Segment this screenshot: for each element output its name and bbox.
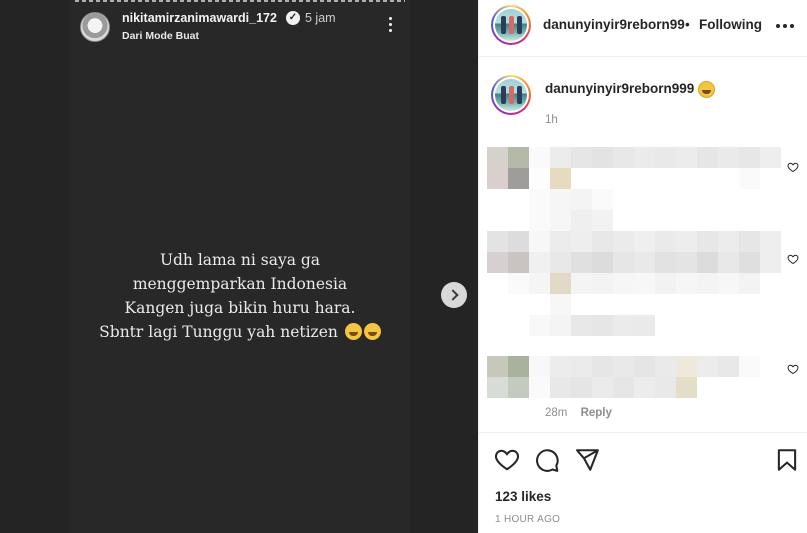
story-text: Udh lama ni saya ga menggemparkan Indone… — [80, 248, 400, 344]
pixelated-comment — [487, 147, 781, 231]
actions-bar: 123 likes 1 HOUR AGO — [479, 432, 807, 533]
story-line-last: Sbntr lagi Tunggu yah netizen — [80, 320, 400, 344]
more-options-icon[interactable] — [776, 24, 794, 30]
verified-badge-icon: ✓ — [286, 11, 300, 25]
story-subtitle: Dari Mode Buat — [122, 30, 200, 42]
story-line: Udh lama ni saya ga — [159, 251, 321, 269]
like-heart-icon[interactable] — [494, 447, 520, 473]
header-username[interactable]: danunyinyir9reborn99 — [543, 17, 685, 32]
comment-meta: 28m Reply — [545, 407, 612, 419]
avatar[interactable] — [491, 5, 531, 45]
story-line: Sbntr lagi Tunggu yah netizen — [99, 323, 338, 341]
story-username: nikitamirzanimawardi_172 — [122, 11, 277, 25]
media-panel: nikitamirzanimawardi_172 ✓ 5 jam Dari Mo… — [0, 0, 478, 533]
post-timestamp: 1 HOUR AGO — [495, 514, 561, 525]
pixelated-comment — [487, 356, 781, 398]
post-sidebar: danunyinyir9reborn99 • Following danunyi… — [478, 0, 807, 533]
likes-count[interactable]: 123 likes — [495, 489, 551, 504]
save-bookmark-icon[interactable] — [774, 447, 800, 473]
grinning-squinting-emoji-icon — [698, 81, 715, 98]
comment-time: 28m — [545, 407, 568, 419]
story-more-icon — [384, 14, 398, 36]
post-header: danunyinyir9reborn99 • Following — [479, 0, 807, 57]
comment-icon[interactable] — [534, 447, 560, 473]
avatar[interactable] — [491, 75, 531, 115]
like-comment-heart-icon[interactable] — [787, 253, 799, 265]
caption-time: 1h — [545, 114, 558, 126]
story-line: menggemparkan Indonesia — [132, 275, 348, 293]
comments-list: 28m Reply — [479, 145, 807, 430]
separator-dot: • — [685, 17, 690, 32]
story-header: nikitamirzanimawardi_172 ✓ 5 jam Dari Mo… — [80, 10, 398, 44]
caption-row: danunyinyir9reborn999 1h — [479, 68, 807, 138]
next-media-button[interactable] — [441, 282, 467, 308]
laughing-emoji-icon — [363, 323, 381, 340]
chevron-right-icon — [446, 289, 459, 301]
story-time: 5 jam — [305, 11, 336, 25]
caption-username[interactable]: danunyinyir9reborn999 — [545, 81, 694, 96]
share-send-icon[interactable] — [574, 447, 600, 473]
story-line: Kangen juga bikin huru hara. — [124, 299, 356, 317]
like-comment-heart-icon[interactable] — [787, 363, 799, 375]
story-progress-bar — [75, 0, 405, 2]
laughing-emoji-icon — [344, 323, 362, 340]
story-avatar — [80, 12, 110, 42]
pixelated-comment — [487, 231, 781, 336]
following-button[interactable]: Following — [699, 17, 762, 32]
like-comment-heart-icon[interactable] — [787, 161, 799, 173]
reply-button[interactable]: Reply — [581, 407, 612, 419]
